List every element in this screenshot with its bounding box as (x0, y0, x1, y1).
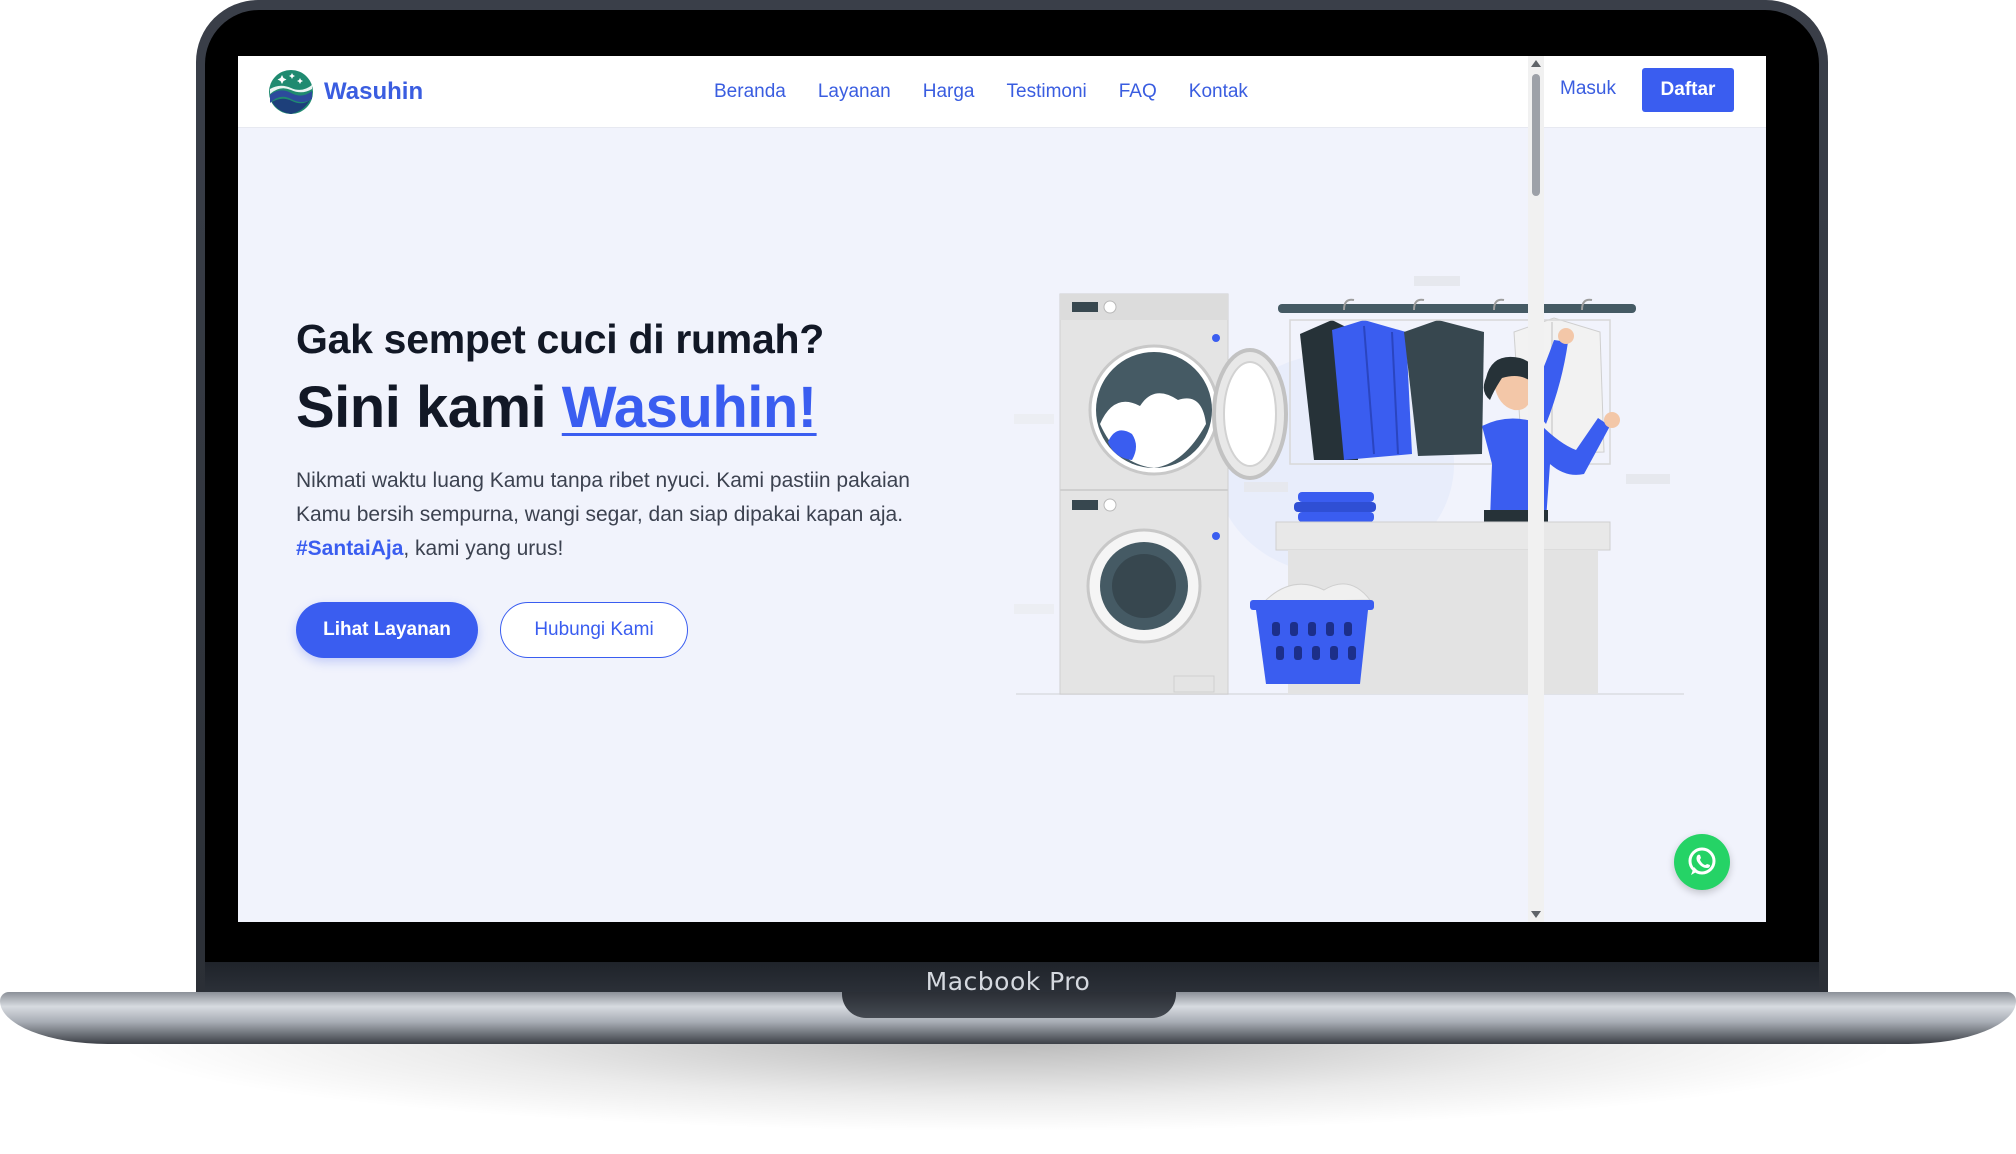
scroll-up-icon[interactable] (1531, 60, 1541, 67)
laundry-illustration (1014, 276, 1684, 695)
brand-name: Wasuhin (324, 78, 424, 105)
whatsapp-button[interactable] (1674, 834, 1730, 890)
brand[interactable]: Wasuhin (268, 68, 423, 116)
hero-hashtag: #SantaiAja (296, 537, 404, 560)
laptop-scene: Macbook Pro Wasuhin Beranda Layanan Harg… (0, 0, 2016, 1154)
nav-link-kontak[interactable]: Kontak (1189, 81, 1248, 103)
hero-subtitle: Gak sempet cuci di rumah? (296, 316, 824, 362)
page-scrollbar[interactable] (1528, 56, 1544, 922)
nav-links: Beranda Layanan Harga Testimoni FAQ Kont… (714, 56, 1248, 128)
brand-logo-icon (269, 70, 313, 114)
hero-description: Nikmati waktu luang Kamu tanpa ribet nyu… (296, 464, 1016, 566)
nav-link-testimoni[interactable]: Testimoni (1007, 81, 1087, 103)
whatsapp-icon (1688, 847, 1716, 875)
scrollbar-thumb[interactable] (1532, 74, 1540, 196)
nav-link-beranda[interactable]: Beranda (714, 81, 786, 103)
hero-desc-line-2: Kamu bersih sempurna, wangi segar, dan s… (296, 503, 904, 526)
hero-title-accent: Wasuhin! (561, 375, 817, 440)
contact-us-button[interactable]: Hubungi Kami (500, 602, 688, 658)
laptop-shadow (130, 1040, 1886, 1130)
hero-title-prefix: Sini kami (296, 375, 562, 440)
nav-link-layanan[interactable]: Layanan (818, 81, 891, 103)
register-button[interactable]: Daftar (1642, 68, 1734, 112)
nav-link-harga[interactable]: Harga (923, 81, 975, 103)
hero-desc-end: , kami yang urus! (403, 537, 564, 560)
nav-link-faq[interactable]: FAQ (1119, 81, 1157, 103)
view-services-button[interactable]: Lihat Layanan (296, 602, 478, 658)
scroll-down-icon[interactable] (1531, 911, 1541, 918)
hero-desc-line-1: Nikmati waktu luang Kamu tanpa ribet nyu… (296, 469, 910, 492)
login-link[interactable]: Masuk (1560, 78, 1616, 100)
hero-title: Sini kami Wasuhin! (296, 374, 817, 441)
laptop-notch (842, 992, 1176, 1018)
